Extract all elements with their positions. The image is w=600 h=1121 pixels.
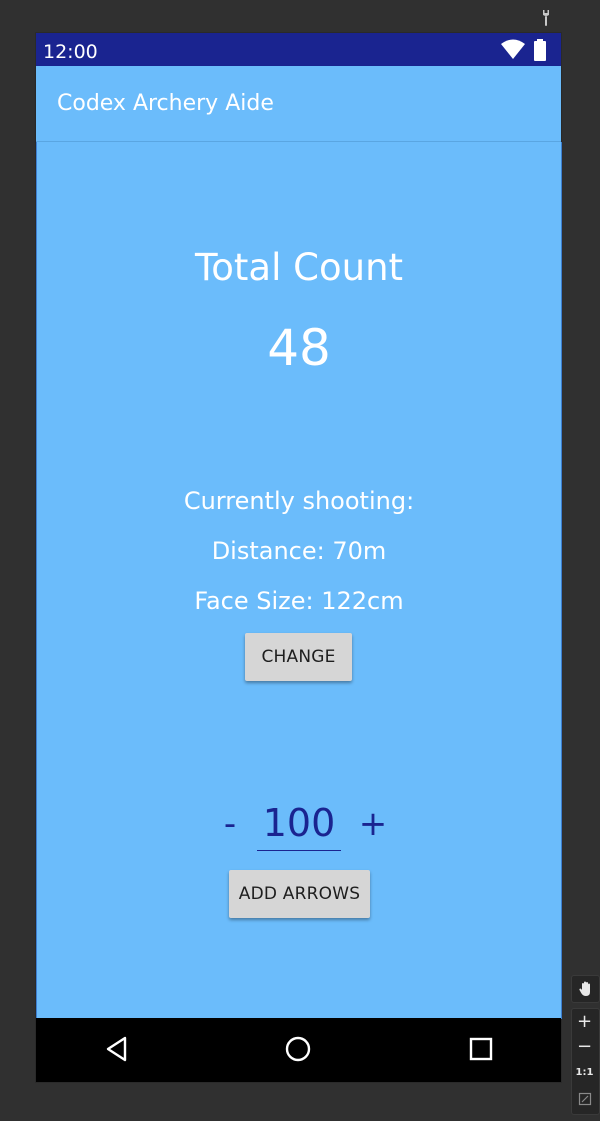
increment-button[interactable]: + <box>358 804 388 844</box>
emulator-toolbar: + − 1:1 <box>571 973 600 1115</box>
app-title: Codex Archery Aide <box>57 91 274 116</box>
currently-shooting-label: Currently shooting: <box>183 487 415 515</box>
arrow-count-input[interactable]: 100 <box>257 800 341 851</box>
actual-size-button[interactable]: 1:1 <box>571 1062 598 1086</box>
zoom-in-button[interactable]: + <box>571 1011 598 1035</box>
face-size-text: Face Size: 122cm <box>194 587 404 615</box>
status-icons <box>501 39 546 61</box>
battery-icon <box>534 39 546 61</box>
total-count-value: 48 <box>267 319 331 377</box>
zoom-out-button[interactable]: − <box>571 1036 598 1060</box>
app-bar: Codex Archery Aide <box>36 66 561 142</box>
wrench-icon <box>543 10 549 26</box>
distance-text: Distance: 70m <box>211 537 387 565</box>
navigation-bar <box>36 1018 561 1082</box>
recents-icon[interactable] <box>466 1034 496 1064</box>
main-content: Total Count 48 Currently shooting: Dista… <box>36 142 562 1019</box>
device-screen: 12:00 Codex Archery Aide Total Count 48 … <box>36 33 562 1082</box>
add-arrows-button[interactable]: ADD ARROWS <box>229 870 370 918</box>
status-bar: 12:00 <box>36 33 561 66</box>
fit-screen-icon[interactable] <box>571 1087 598 1111</box>
wifi-icon <box>501 39 525 59</box>
change-button[interactable]: CHANGE <box>245 633 352 681</box>
back-icon[interactable] <box>102 1034 132 1064</box>
hand-icon[interactable] <box>571 975 600 1003</box>
home-icon[interactable] <box>283 1034 313 1064</box>
decrement-button[interactable]: - <box>220 804 240 844</box>
status-time: 12:00 <box>43 41 98 63</box>
total-count-label: Total Count <box>194 246 404 289</box>
